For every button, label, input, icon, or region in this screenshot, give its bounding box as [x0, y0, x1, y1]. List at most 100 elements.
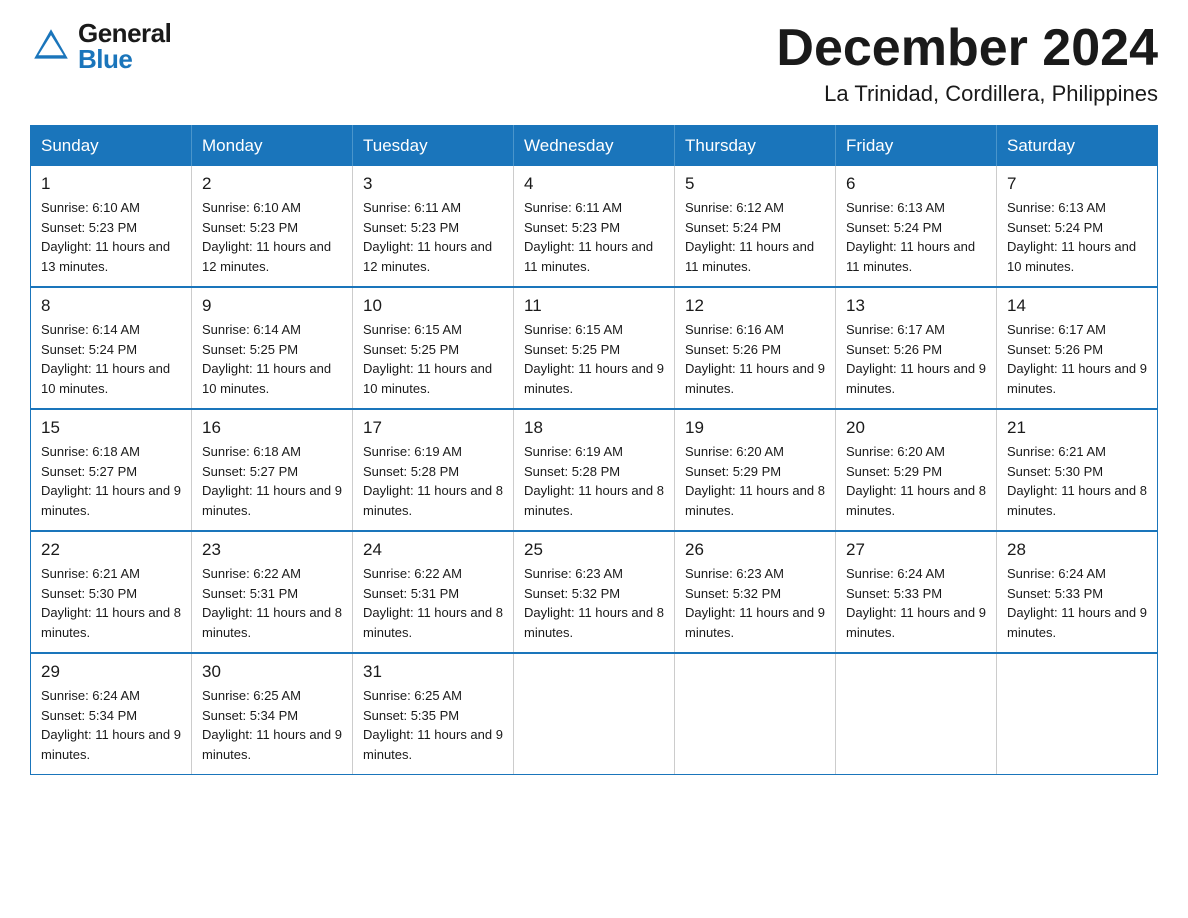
day-info: Sunrise: 6:15 AMSunset: 5:25 PMDaylight:… [524, 320, 664, 398]
day-info: Sunrise: 6:19 AMSunset: 5:28 PMDaylight:… [363, 442, 503, 520]
day-info: Sunrise: 6:20 AMSunset: 5:29 PMDaylight:… [685, 442, 825, 520]
day-info: Sunrise: 6:15 AMSunset: 5:25 PMDaylight:… [363, 320, 503, 398]
calendar-day-cell: 30Sunrise: 6:25 AMSunset: 5:34 PMDayligh… [192, 653, 353, 775]
calendar-table: Sunday Monday Tuesday Wednesday Thursday… [30, 125, 1158, 775]
day-info: Sunrise: 6:11 AMSunset: 5:23 PMDaylight:… [524, 198, 664, 276]
calendar-day-cell: 3 Sunrise: 6:11 AMSunset: 5:23 PMDaylight… [353, 166, 514, 287]
calendar-day-cell: 6 Sunrise: 6:13 AMSunset: 5:24 PMDaylight… [836, 166, 997, 287]
calendar-day-cell: 11 Sunrise: 6:15 AMSunset: 5:25 PMDayligh… [514, 287, 675, 409]
day-number: 13 [846, 296, 986, 316]
day-info: Sunrise: 6:13 AMSunset: 5:24 PMDaylight:… [846, 198, 986, 276]
day-info: Sunrise: 6:24 AMSunset: 5:34 PMDaylight:… [41, 686, 181, 764]
calendar-week-row: 29Sunrise: 6:24 AMSunset: 5:34 PMDayligh… [31, 653, 1158, 775]
calendar-day-cell: 1 Sunrise: 6:10 AMSunset: 5:23 PMDaylight… [31, 166, 192, 287]
day-number: 12 [685, 296, 825, 316]
day-info: Sunrise: 6:11 AMSunset: 5:23 PMDaylight:… [363, 198, 503, 276]
calendar-week-row: 22 Sunrise: 6:21 AMSunset: 5:30 PMDayligh… [31, 531, 1158, 653]
calendar-day-cell [675, 653, 836, 775]
day-number: 17 [363, 418, 503, 438]
day-number: 26 [685, 540, 825, 560]
day-number: 31 [363, 662, 503, 682]
calendar-day-cell: 10 Sunrise: 6:15 AMSunset: 5:25 PMDayligh… [353, 287, 514, 409]
calendar-header-row: Sunday Monday Tuesday Wednesday Thursday… [31, 126, 1158, 167]
day-info: Sunrise: 6:23 AMSunset: 5:32 PMDaylight:… [524, 564, 664, 642]
day-number: 23 [202, 540, 342, 560]
calendar-day-cell: 9 Sunrise: 6:14 AMSunset: 5:25 PMDaylight… [192, 287, 353, 409]
day-info: Sunrise: 6:14 AMSunset: 5:24 PMDaylight:… [41, 320, 181, 398]
day-info: Sunrise: 6:17 AMSunset: 5:26 PMDaylight:… [846, 320, 986, 398]
day-number: 1 [41, 174, 181, 194]
calendar-day-cell: 23Sunrise: 6:22 AMSunset: 5:31 PMDayligh… [192, 531, 353, 653]
day-info: Sunrise: 6:21 AMSunset: 5:30 PMDaylight:… [1007, 442, 1147, 520]
day-info: Sunrise: 6:18 AMSunset: 5:27 PMDaylight:… [41, 442, 181, 520]
calendar-day-cell: 13 Sunrise: 6:17 AMSunset: 5:26 PMDayligh… [836, 287, 997, 409]
title-area: December 2024 La Trinidad, Cordillera, P… [776, 20, 1158, 107]
calendar-day-cell: 20Sunrise: 6:20 AMSunset: 5:29 PMDayligh… [836, 409, 997, 531]
day-number: 6 [846, 174, 986, 194]
calendar-day-cell: 21Sunrise: 6:21 AMSunset: 5:30 PMDayligh… [997, 409, 1158, 531]
day-info: Sunrise: 6:13 AMSunset: 5:24 PMDaylight:… [1007, 198, 1147, 276]
logo: General Blue [30, 20, 171, 72]
day-number: 27 [846, 540, 986, 560]
day-info: Sunrise: 6:22 AMSunset: 5:31 PMDaylight:… [363, 564, 503, 642]
day-number: 8 [41, 296, 181, 316]
calendar-day-cell: 12 Sunrise: 6:16 AMSunset: 5:26 PMDayligh… [675, 287, 836, 409]
calendar-day-cell: 16Sunrise: 6:18 AMSunset: 5:27 PMDayligh… [192, 409, 353, 531]
calendar-day-cell: 5 Sunrise: 6:12 AMSunset: 5:24 PMDaylight… [675, 166, 836, 287]
calendar-day-cell: 22 Sunrise: 6:21 AMSunset: 5:30 PMDayligh… [31, 531, 192, 653]
month-title: December 2024 [776, 20, 1158, 77]
header-monday: Monday [192, 126, 353, 167]
day-info: Sunrise: 6:21 AMSunset: 5:30 PMDaylight:… [41, 564, 181, 642]
calendar-day-cell: 2 Sunrise: 6:10 AMSunset: 5:23 PMDaylight… [192, 166, 353, 287]
day-number: 16 [202, 418, 342, 438]
day-info: Sunrise: 6:10 AMSunset: 5:23 PMDaylight:… [41, 198, 181, 276]
day-number: 2 [202, 174, 342, 194]
day-info: Sunrise: 6:20 AMSunset: 5:29 PMDaylight:… [846, 442, 986, 520]
location-title: La Trinidad, Cordillera, Philippines [776, 81, 1158, 107]
day-info: Sunrise: 6:25 AMSunset: 5:34 PMDaylight:… [202, 686, 342, 764]
calendar-day-cell: 31 Sunrise: 6:25 AMSunset: 5:35 PMDayligh… [353, 653, 514, 775]
calendar-day-cell [836, 653, 997, 775]
header-friday: Friday [836, 126, 997, 167]
day-number: 19 [685, 418, 825, 438]
day-number: 7 [1007, 174, 1147, 194]
calendar-day-cell: 26 Sunrise: 6:23 AMSunset: 5:32 PMDayligh… [675, 531, 836, 653]
day-number: 4 [524, 174, 664, 194]
calendar-week-row: 8 Sunrise: 6:14 AMSunset: 5:24 PMDaylight… [31, 287, 1158, 409]
logo-icon [30, 25, 72, 67]
calendar-day-cell: 7 Sunrise: 6:13 AMSunset: 5:24 PMDaylight… [997, 166, 1158, 287]
calendar-day-cell: 28Sunrise: 6:24 AMSunset: 5:33 PMDayligh… [997, 531, 1158, 653]
day-number: 9 [202, 296, 342, 316]
logo-blue-text: Blue [78, 46, 171, 72]
day-number: 22 [41, 540, 181, 560]
calendar-day-cell: 25 Sunrise: 6:23 AMSunset: 5:32 PMDayligh… [514, 531, 675, 653]
header-thursday: Thursday [675, 126, 836, 167]
day-number: 25 [524, 540, 664, 560]
calendar-day-cell: 4 Sunrise: 6:11 AMSunset: 5:23 PMDaylight… [514, 166, 675, 287]
calendar-day-cell: 17 Sunrise: 6:19 AMSunset: 5:28 PMDayligh… [353, 409, 514, 531]
day-number: 5 [685, 174, 825, 194]
day-info: Sunrise: 6:17 AMSunset: 5:26 PMDaylight:… [1007, 320, 1147, 398]
day-number: 18 [524, 418, 664, 438]
day-info: Sunrise: 6:10 AMSunset: 5:23 PMDaylight:… [202, 198, 342, 276]
header-saturday: Saturday [997, 126, 1158, 167]
header-tuesday: Tuesday [353, 126, 514, 167]
day-number: 28 [1007, 540, 1147, 560]
day-number: 10 [363, 296, 503, 316]
day-number: 14 [1007, 296, 1147, 316]
day-info: Sunrise: 6:23 AMSunset: 5:32 PMDaylight:… [685, 564, 825, 642]
calendar-day-cell: 18Sunrise: 6:19 AMSunset: 5:28 PMDayligh… [514, 409, 675, 531]
day-info: Sunrise: 6:16 AMSunset: 5:26 PMDaylight:… [685, 320, 825, 398]
day-info: Sunrise: 6:14 AMSunset: 5:25 PMDaylight:… [202, 320, 342, 398]
calendar-day-cell: 19 Sunrise: 6:20 AMSunset: 5:29 PMDayligh… [675, 409, 836, 531]
day-number: 15 [41, 418, 181, 438]
day-info: Sunrise: 6:24 AMSunset: 5:33 PMDaylight:… [846, 564, 986, 642]
day-info: Sunrise: 6:12 AMSunset: 5:24 PMDaylight:… [685, 198, 825, 276]
calendar-week-row: 15 Sunrise: 6:18 AMSunset: 5:27 PMDayligh… [31, 409, 1158, 531]
day-number: 3 [363, 174, 503, 194]
day-number: 11 [524, 296, 664, 316]
calendar-day-cell: 8 Sunrise: 6:14 AMSunset: 5:24 PMDaylight… [31, 287, 192, 409]
header-wednesday: Wednesday [514, 126, 675, 167]
calendar-day-cell: 29Sunrise: 6:24 AMSunset: 5:34 PMDayligh… [31, 653, 192, 775]
day-info: Sunrise: 6:25 AMSunset: 5:35 PMDaylight:… [363, 686, 503, 764]
